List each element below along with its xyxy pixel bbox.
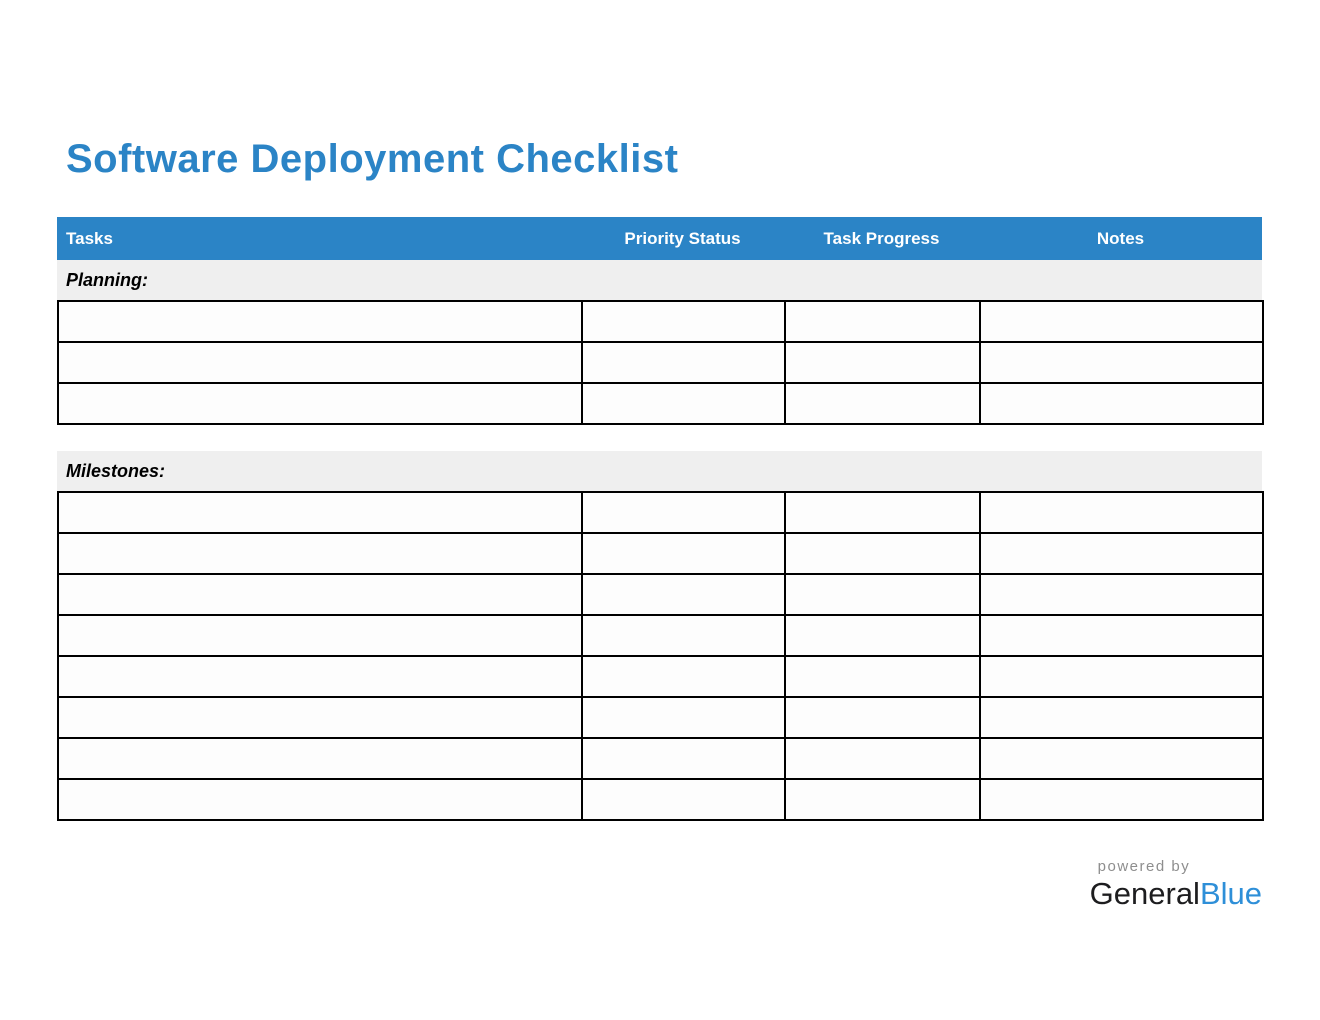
column-header-tasks: Tasks [57,217,581,260]
page-title: Software Deployment Checklist [66,139,678,179]
column-header-priority-status: Priority Status [581,217,784,260]
cell-notes [980,697,1263,738]
cell-task [58,301,582,342]
cell-notes [980,615,1263,656]
cell-task-progress [785,342,980,383]
cell-priority-status [582,656,785,697]
table-row [58,342,1263,383]
cell-task [58,615,582,656]
section-label: Planning: [57,260,1262,300]
cell-priority-status [582,342,785,383]
brand-general-text: General [1090,876,1200,911]
cell-priority-status [582,738,785,779]
table-row [58,301,1263,342]
brand-blue-text: Blue [1200,876,1262,911]
table-header-row: Tasks Priority Status Task Progress Note… [57,217,1262,260]
section-milestones: Milestones: [57,451,1262,821]
cell-task-progress [785,301,980,342]
cell-priority-status [582,615,785,656]
cell-task-progress [785,533,980,574]
table-sections: Planning: Milestones: [57,260,1262,821]
section-grid [57,491,1264,821]
cell-task-progress [785,615,980,656]
cell-priority-status [582,697,785,738]
table-row [58,492,1263,533]
cell-task [58,342,582,383]
cell-task [58,383,582,424]
cell-task [58,492,582,533]
cell-notes [980,738,1263,779]
cell-task-progress [785,738,980,779]
cell-notes [980,779,1263,820]
cell-priority-status [582,383,785,424]
cell-task-progress [785,383,980,424]
cell-notes [980,492,1263,533]
cell-priority-status [582,492,785,533]
checklist-table: Tasks Priority Status Task Progress Note… [57,217,1262,821]
table-row [58,779,1263,820]
table-row [58,656,1263,697]
cell-priority-status [582,301,785,342]
table-row [58,615,1263,656]
cell-priority-status [582,533,785,574]
section-label: Milestones: [57,451,1262,491]
column-header-task-progress: Task Progress [784,217,979,260]
cell-task-progress [785,574,980,615]
cell-task-progress [785,656,980,697]
table-row [58,738,1263,779]
section-planning: Planning: [57,260,1262,425]
table-row [58,533,1263,574]
cell-task-progress [785,697,980,738]
cell-task-progress [785,492,980,533]
cell-notes [980,533,1263,574]
cell-task-progress [785,779,980,820]
table-row [58,574,1263,615]
cell-task [58,533,582,574]
cell-notes [980,383,1263,424]
cell-task [58,697,582,738]
generalblue-logo: GeneralBlue [1090,878,1262,909]
powered-by-text: powered by [1098,858,1262,875]
cell-notes [980,301,1263,342]
table-row [58,697,1263,738]
section-grid [57,300,1264,425]
cell-notes [980,342,1263,383]
cell-priority-status [582,574,785,615]
table-row [58,383,1263,424]
cell-task [58,738,582,779]
cell-priority-status [582,779,785,820]
cell-task [58,656,582,697]
document-page: Software Deployment Checklist Tasks Prio… [0,0,1320,1020]
cell-notes [980,656,1263,697]
cell-notes [980,574,1263,615]
cell-task [58,574,582,615]
column-header-notes: Notes [979,217,1262,260]
brand-footer: powered by GeneralBlue [1090,858,1262,909]
cell-task [58,779,582,820]
